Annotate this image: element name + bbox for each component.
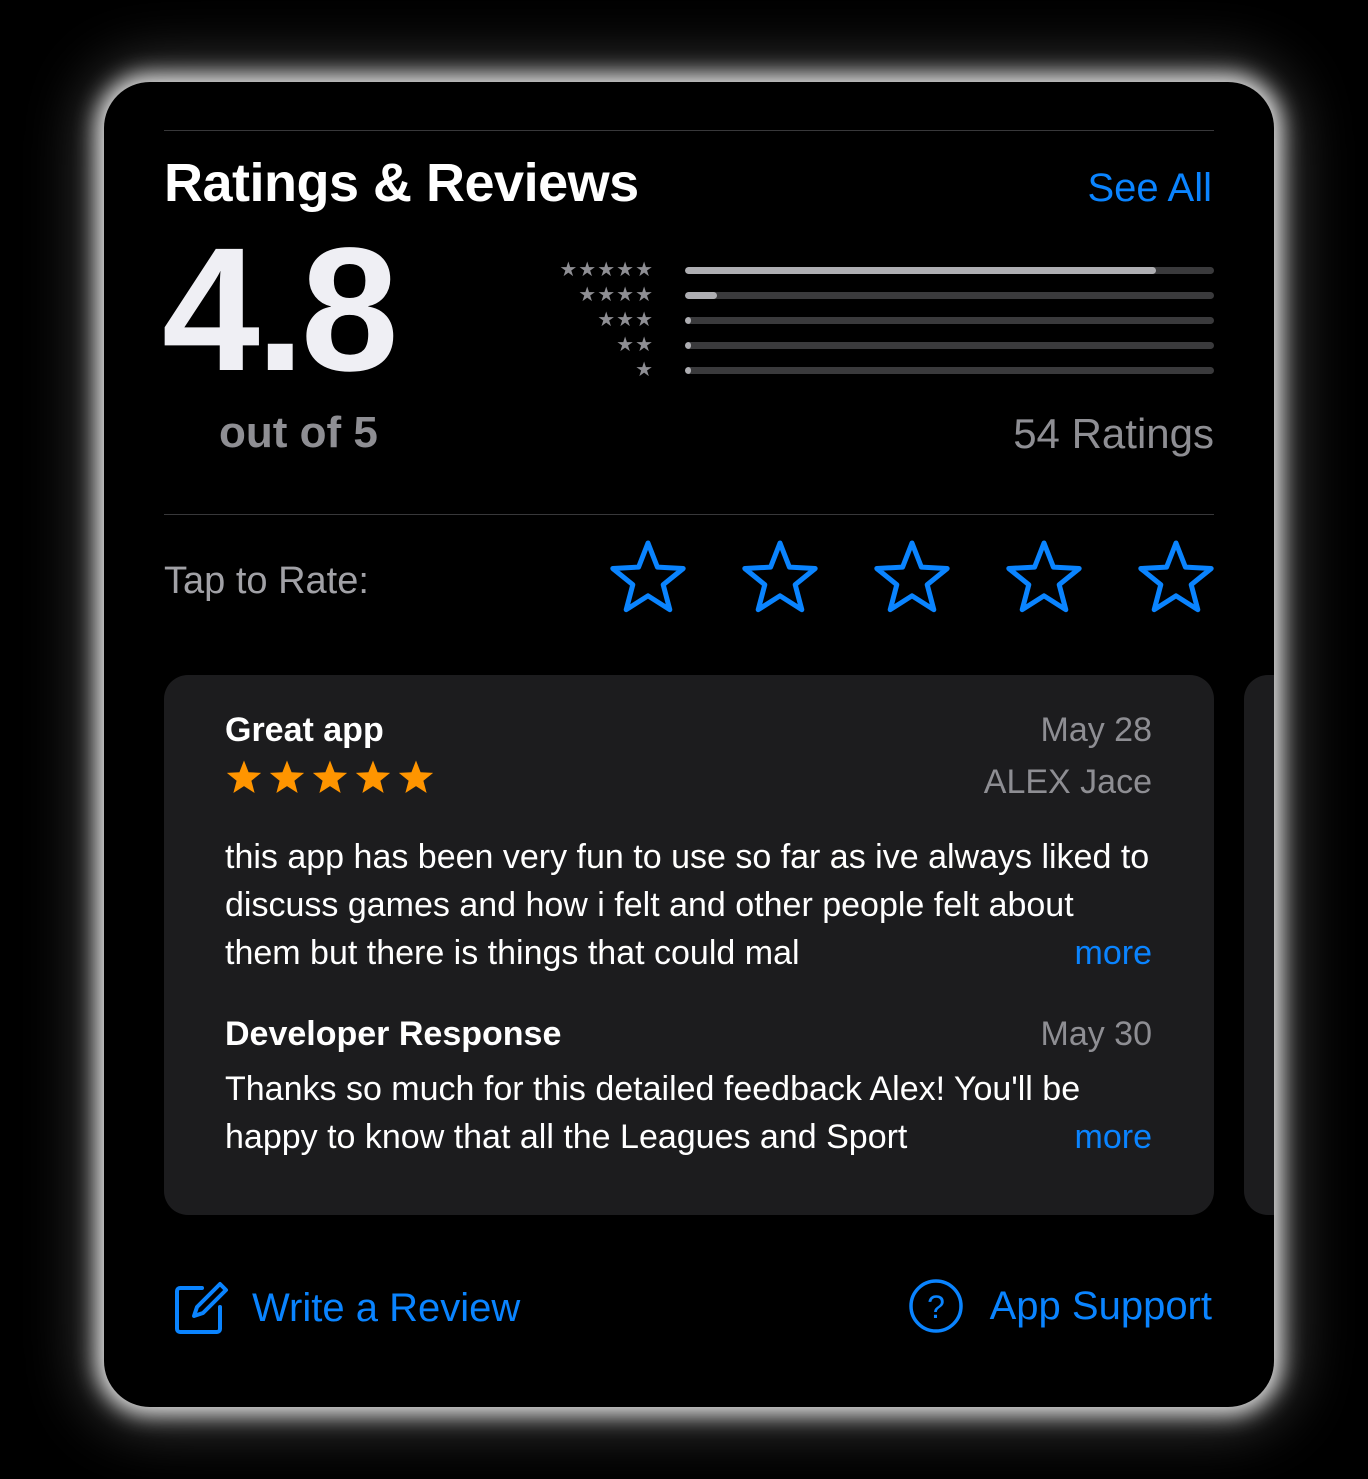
filled-star-icon	[396, 759, 436, 802]
distribution-row-2: ★★	[534, 333, 1214, 358]
compose-icon	[170, 1278, 230, 1338]
write-review-label: Write a Review	[252, 1285, 521, 1330]
review-more-link[interactable]: more	[1020, 929, 1152, 977]
distribution-bar-track	[685, 292, 1214, 299]
rate-star-1-icon[interactable]	[607, 540, 689, 618]
distribution-bar-fill	[685, 292, 717, 299]
developer-response-more-link[interactable]: more	[1020, 1113, 1152, 1161]
distribution-bar-track	[685, 317, 1214, 324]
distribution-row-1: ★	[534, 358, 1214, 383]
ratings-count: 54 Ratings	[1013, 410, 1214, 457]
distribution-stars-icon: ★	[635, 359, 654, 381]
app-support-label: App Support	[989, 1283, 1212, 1328]
developer-response-title: Developer Response	[225, 1015, 562, 1053]
app-support-button[interactable]: ? App Support	[908, 1278, 1212, 1334]
rate-star-2-icon[interactable]	[739, 540, 821, 618]
rate-star-5-icon[interactable]	[1135, 540, 1217, 618]
distribution-row-4: ★★★★	[534, 283, 1214, 308]
distribution-row-5: ★★★★★	[534, 258, 1214, 283]
filled-star-icon	[353, 759, 393, 802]
tap-to-rate-label: Tap to Rate:	[164, 560, 369, 602]
distribution-stars-icon: ★★	[616, 334, 654, 356]
out-of-label: out of 5	[219, 408, 378, 457]
developer-response-body: Thanks so much for this detailed feedbac…	[225, 1070, 1081, 1156]
distribution-stars-icon: ★★★★	[578, 284, 654, 306]
review-date: May 28	[1040, 711, 1153, 749]
distribution-bar-fill	[685, 342, 692, 349]
write-review-button[interactable]: Write a Review	[170, 1278, 520, 1338]
filled-star-icon	[310, 759, 350, 802]
top-divider	[164, 130, 1214, 131]
review-card[interactable]: Great app May 28 ALEX Jace this app has …	[164, 675, 1214, 1215]
developer-response-date: May 30	[1040, 1015, 1153, 1053]
next-review-card[interactable]	[1244, 675, 1274, 1215]
distribution-bar-fill	[685, 267, 1156, 274]
filled-star-icon	[267, 759, 307, 802]
review-title: Great app	[225, 711, 384, 749]
ratings-reviews-card: Ratings & Reviews See All 4.8 out of 5 ★…	[104, 82, 1274, 1407]
rate-star-4-icon[interactable]	[1003, 540, 1085, 618]
review-star-rating	[224, 759, 436, 802]
distribution-row-3: ★★★	[534, 308, 1214, 333]
svg-text:?: ?	[927, 1289, 945, 1325]
review-author: ALEX Jace	[983, 763, 1152, 801]
average-rating: 4.8	[162, 212, 399, 408]
distribution-stars-icon: ★★★	[597, 309, 654, 331]
middle-divider	[164, 514, 1214, 515]
distribution-bar-fill	[685, 367, 692, 374]
distribution-bar-track	[685, 367, 1214, 374]
question-circle-icon: ?	[908, 1278, 964, 1334]
distribution-bar-track	[685, 267, 1214, 274]
distribution-stars-icon: ★★★★★	[559, 259, 654, 281]
rating-distribution: ★★★★★ ★★★★ ★★★ ★★ ★	[534, 258, 1214, 383]
distribution-bar-track	[685, 342, 1214, 349]
distribution-bar-fill	[685, 317, 692, 324]
see-all-link[interactable]: See All	[1087, 166, 1212, 211]
section-title: Ratings & Reviews	[164, 153, 639, 213]
filled-star-icon	[224, 759, 264, 802]
rate-star-3-icon[interactable]	[871, 540, 953, 618]
review-body: this app has been very fun to use so far…	[225, 838, 1150, 972]
